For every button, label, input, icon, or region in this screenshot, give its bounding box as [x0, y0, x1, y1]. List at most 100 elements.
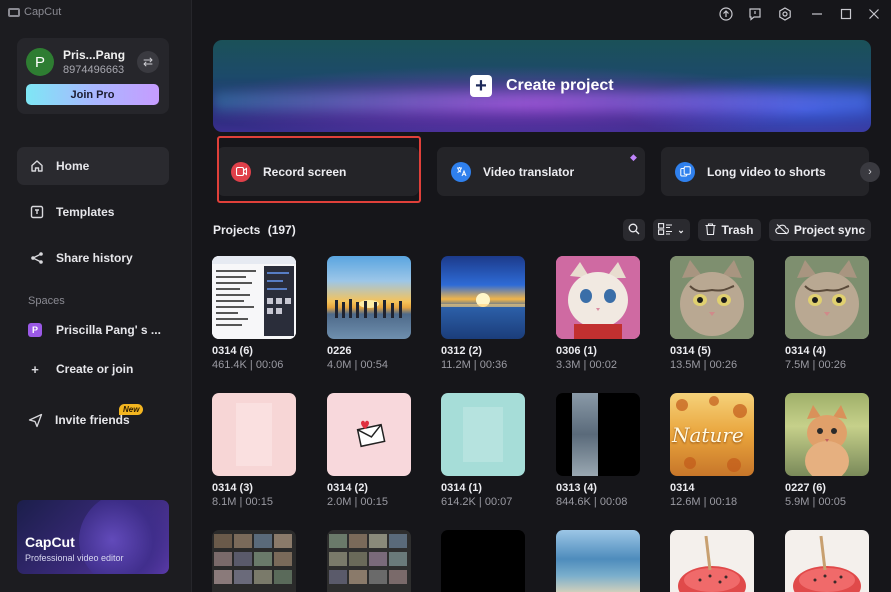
capcut-logo-icon: [8, 7, 20, 17]
project-meta: 4.0M | 00:54: [327, 359, 388, 371]
join-pro-button[interactable]: Join Pro: [26, 84, 159, 105]
search-button[interactable]: [623, 219, 645, 241]
promo-banner[interactable]: CapCut Professional video editor: [17, 500, 169, 574]
new-badge: New: [119, 404, 144, 415]
project-card[interactable]: [670, 530, 754, 592]
project-card[interactable]: Nature 0314 12.6M | 00:18: [670, 393, 754, 508]
project-card[interactable]: 0314 (4) 7.5M | 00:26: [785, 256, 869, 371]
project-card[interactable]: 0314 (6) 461.4K | 00:06: [212, 256, 296, 371]
nav-item-share-history[interactable]: Share history: [17, 239, 169, 277]
send-icon: [27, 412, 43, 428]
project-card[interactable]: 0314 (3) 8.1M | 00:15: [212, 393, 296, 508]
project-meta: 614.2K | 00:07: [441, 496, 513, 508]
project-sync-label: Project sync: [793, 223, 866, 237]
project-name: 0312 (2): [441, 345, 482, 357]
project-thumbnail[interactable]: [785, 530, 869, 592]
invite-friends[interactable]: Invite friends: [17, 401, 169, 439]
create-project-label: Create project: [506, 77, 614, 94]
project-thumbnail[interactable]: [441, 256, 525, 339]
plus-icon: +: [31, 361, 39, 377]
project-card[interactable]: 0314 (1) 614.2K | 00:07: [441, 393, 525, 508]
project-thumbnail[interactable]: [556, 256, 640, 339]
app-name: CapCut: [24, 6, 62, 18]
project-thumbnail[interactable]: [785, 256, 869, 339]
project-meta: 5.9M | 00:05: [785, 496, 846, 508]
project-thumbnail[interactable]: [212, 256, 296, 339]
space-name: Priscilla Pang' s ...: [56, 323, 161, 337]
project-card[interactable]: 0314 (5) 13.5M | 00:26: [670, 256, 754, 371]
maximize-icon[interactable]: [838, 6, 854, 22]
project-thumbnail[interactable]: [441, 393, 525, 476]
pro-diamond-icon: ◆: [630, 152, 637, 162]
feedback-icon[interactable]: [747, 6, 763, 22]
project-name: 0314 (4): [785, 345, 826, 357]
project-card[interactable]: 0306 (1) 3.3M | 00:02: [556, 256, 640, 371]
project-meta: 11.2M | 00:36: [441, 359, 508, 371]
trash-button[interactable]: Trash: [698, 219, 761, 241]
project-thumbnail[interactable]: Nature: [670, 393, 754, 476]
trash-label: Trash: [721, 223, 754, 237]
long-video-to-shorts-button[interactable]: Long video to shorts: [661, 147, 869, 196]
create-project-banner[interactable]: + Create project: [213, 40, 871, 132]
project-card[interactable]: 0312 (2) 11.2M | 00:36: [441, 256, 525, 371]
nav-item-templates[interactable]: Templates: [17, 193, 169, 231]
project-thumbnail[interactable]: [212, 393, 296, 476]
project-name: 0314 (6): [212, 345, 253, 357]
project-card[interactable]: 0313 (4) 844.6K | 00:08: [556, 393, 640, 508]
project-card[interactable]: 0226 4.0M | 00:54: [327, 256, 411, 371]
project-sync-button[interactable]: Project sync: [769, 219, 871, 241]
project-meta: 13.5M | 00:26: [670, 359, 738, 371]
space-item[interactable]: P Priscilla Pang' s ...: [17, 311, 169, 349]
cloud-sync-icon: [775, 223, 789, 238]
switch-account-button[interactable]: ⇄: [137, 51, 159, 73]
settings-icon[interactable]: [777, 6, 793, 22]
sidebar: CapCut P Pris...Pang 8974496663 ⇄ Join P…: [0, 0, 192, 592]
video-translator-button[interactable]: Video translator: [437, 147, 645, 196]
project-thumbnail[interactable]: [670, 256, 754, 339]
project-name: 0314 (1): [441, 482, 482, 494]
projects-count: (197): [267, 223, 296, 237]
project-thumbnail[interactable]: [327, 256, 411, 339]
project-card[interactable]: [327, 530, 411, 592]
project-thumbnail[interactable]: [785, 393, 869, 476]
project-thumbnail[interactable]: [670, 530, 754, 592]
nav-item-home[interactable]: Home: [17, 147, 169, 185]
project-card[interactable]: [556, 530, 640, 592]
project-card[interactable]: [441, 530, 525, 592]
nav-label: Templates: [56, 205, 115, 219]
project-name: 0314 (2): [327, 482, 368, 494]
view-toggle-button[interactable]: ⌄: [653, 219, 690, 241]
avatar[interactable]: P: [26, 48, 54, 76]
create-project-button[interactable]: + Create project: [470, 75, 614, 97]
project-meta: 3.3M | 00:02: [556, 359, 617, 371]
project-thumbnail[interactable]: [556, 530, 640, 592]
shorts-icon: [675, 161, 695, 182]
close-icon[interactable]: [866, 6, 882, 22]
swap-icon: ⇄: [142, 55, 154, 69]
profile-card: P Pris...Pang 8974496663 ⇄ Join Pro: [17, 38, 169, 114]
project-card[interactable]: [212, 530, 296, 592]
project-thumbnail[interactable]: [327, 393, 411, 476]
chevron-right-icon[interactable]: ›: [860, 162, 880, 182]
project-card[interactable]: 0227 (6) 5.9M | 00:05: [785, 393, 869, 508]
project-thumbnail[interactable]: [212, 530, 296, 592]
create-or-join-label: Create or join: [56, 362, 134, 376]
plus-icon: +: [470, 75, 492, 97]
long-video-label: Long video to shorts: [707, 164, 826, 179]
video-translator-label: Video translator: [483, 164, 575, 179]
create-or-join-space[interactable]: + Create or join: [17, 350, 169, 388]
minimize-icon[interactable]: [809, 6, 825, 22]
project-thumbnail[interactable]: [327, 530, 411, 592]
upload-icon[interactable]: [718, 6, 734, 22]
project-name: 0306 (1): [556, 345, 597, 357]
project-card[interactable]: 0314 (2) 2.0M | 00:15: [327, 393, 411, 508]
project-card[interactable]: [785, 530, 869, 592]
project-thumbnail[interactable]: [441, 530, 525, 592]
projects-title: Projects: [213, 223, 261, 237]
promo-subtitle: Professional video editor: [25, 553, 124, 563]
project-name: 0314: [670, 482, 695, 494]
project-thumbnail[interactable]: [556, 393, 640, 476]
project-meta: 844.6K | 00:08: [556, 496, 628, 508]
selection-highlight: [217, 136, 421, 203]
project-name: 0313 (4): [556, 482, 597, 494]
